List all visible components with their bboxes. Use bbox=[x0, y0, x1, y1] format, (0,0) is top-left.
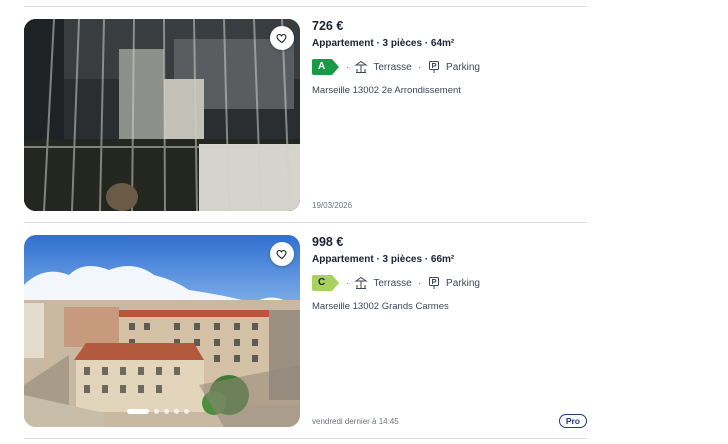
energy-class-badge: C bbox=[312, 275, 339, 291]
terrace-icon bbox=[354, 276, 368, 290]
carousel-dot[interactable] bbox=[154, 409, 159, 414]
feature-parking: Parking bbox=[446, 277, 480, 289]
separator: · bbox=[417, 61, 422, 73]
separator: · bbox=[346, 61, 350, 73]
feature-terrace: Terrasse bbox=[373, 277, 412, 289]
listing-features: C · Terrasse · Parking bbox=[312, 275, 480, 291]
carousel-dot-active[interactable] bbox=[127, 409, 149, 414]
listing-card[interactable]: 726 € Appartement · 3 pièces · 64m² A · … bbox=[24, 19, 587, 211]
parking-icon bbox=[427, 276, 441, 290]
heart-icon bbox=[276, 33, 287, 44]
pro-badge: Pro bbox=[558, 414, 587, 428]
parking-icon bbox=[427, 60, 441, 74]
listing-date: 19/03/2026 bbox=[312, 201, 353, 210]
listing-title[interactable]: Appartement · 3 pièces · 66m² bbox=[312, 254, 454, 265]
listing-location: Marseille 13002 Grands Carmes bbox=[312, 301, 449, 312]
feature-terrace: Terrasse bbox=[373, 61, 412, 73]
listing-price: 998 € bbox=[312, 235, 344, 249]
favorite-button[interactable] bbox=[270, 26, 294, 50]
listing-card[interactable]: 998 € Appartement · 3 pièces · 66m² C · … bbox=[24, 235, 587, 428]
listing-features: A · Terrasse · Parking bbox=[312, 59, 480, 75]
listing-location: Marseille 13002 2e Arrondissement bbox=[312, 85, 461, 96]
listing-date: vendredi dernier à 14:45 bbox=[312, 417, 399, 426]
list-divider bbox=[24, 222, 587, 223]
energy-class-badge: A bbox=[312, 59, 339, 75]
separator: · bbox=[346, 277, 350, 289]
carousel-dot[interactable] bbox=[164, 409, 169, 414]
carousel-dot[interactable] bbox=[184, 409, 189, 414]
listing-price: 726 € bbox=[312, 19, 344, 33]
separator: · bbox=[417, 277, 422, 289]
heart-icon bbox=[276, 249, 287, 260]
listing-photo[interactable] bbox=[24, 19, 300, 211]
list-divider bbox=[24, 438, 587, 439]
listing-photo[interactable] bbox=[24, 235, 300, 427]
listing-title[interactable]: Appartement · 3 pièces · 64m² bbox=[312, 38, 454, 49]
carousel-dot[interactable] bbox=[174, 409, 179, 414]
favorite-button[interactable] bbox=[270, 242, 294, 266]
terrace-icon bbox=[354, 60, 368, 74]
list-divider bbox=[24, 6, 587, 7]
photo-carousel-indicator[interactable] bbox=[127, 409, 189, 414]
feature-parking: Parking bbox=[446, 61, 480, 73]
